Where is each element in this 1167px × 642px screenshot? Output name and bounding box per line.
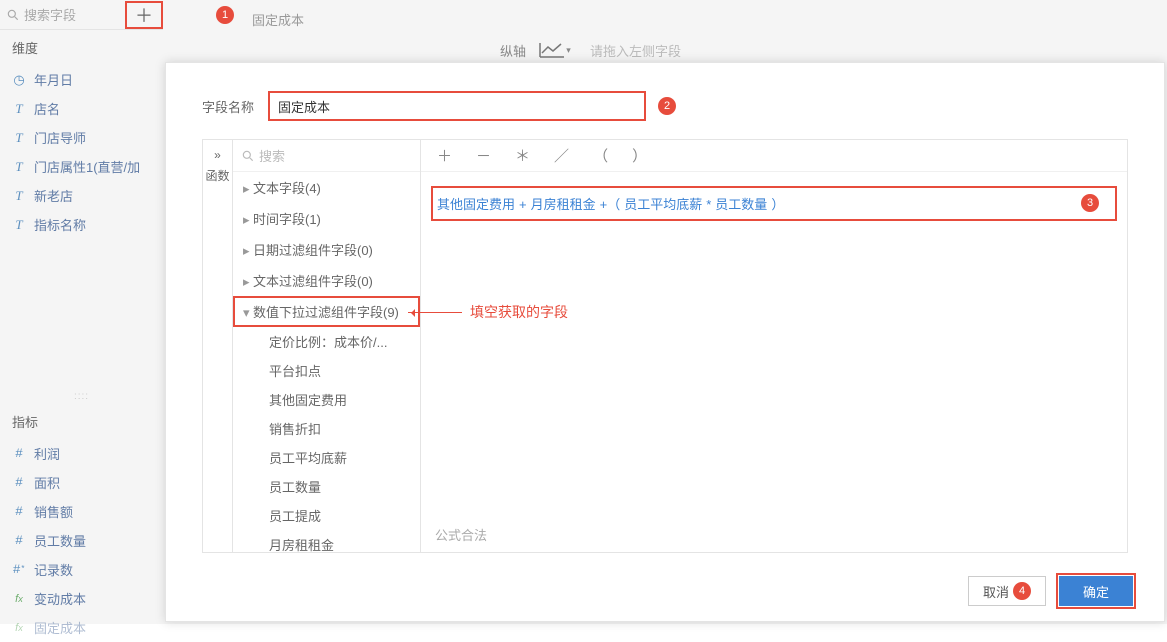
cancel-button[interactable]: 取消 4 (968, 576, 1046, 606)
search-icon (241, 149, 255, 163)
text-icon: T (10, 188, 28, 204)
tree-leaf[interactable]: 员工提成 (233, 501, 420, 530)
function-tab-label: 函数 (203, 168, 232, 185)
metric-item[interactable]: #销售额 (0, 497, 163, 526)
field-name-label: 字段名称 (202, 97, 268, 116)
axis-placeholder: 请拖入左侧字段 (590, 41, 681, 60)
tree-leaf[interactable]: 定价比例：成本价/... (233, 327, 420, 356)
operator-toolbar: ＋ － ＊ ／ （ ） (421, 140, 1127, 172)
metric-item[interactable]: #员工数量 (0, 526, 163, 555)
chevron-down-icon: ▾ (566, 45, 571, 56)
caret-right-icon: ▸ (243, 243, 253, 259)
field-tree: ▸文本字段(4) ▸时间字段(1) ▸日期过滤组件字段(0) ▸文本过滤组件字段… (233, 172, 420, 552)
tree-leaf[interactable]: 员工数量 (233, 472, 420, 501)
axis-row: 纵轴 ▾ 请拖入左侧字段 (500, 38, 681, 62)
metric-item[interactable]: fx固定成本 (0, 613, 163, 642)
text-icon: T (10, 159, 28, 175)
caret-right-icon: ▸ (243, 212, 253, 228)
field-pane: 搜索 ▸文本字段(4) ▸时间字段(1) ▸日期过滤组件字段(0) ▸文本过滤组… (233, 140, 421, 552)
caret-right-icon: ▸ (243, 274, 253, 290)
fx-icon: fx (10, 593, 28, 605)
op-plus[interactable]: ＋ (437, 145, 452, 166)
function-tab[interactable]: » 函数 (203, 140, 233, 552)
dim-item[interactable]: T新老店 (0, 181, 163, 210)
tree-leaf[interactable]: 月房租租金 (233, 530, 420, 552)
dim-item[interactable]: ◷年月日 (0, 65, 163, 94)
chart-title: 固定成本 (252, 10, 304, 29)
annotation-badge-2: 2 (658, 97, 676, 115)
field-search-input[interactable]: 搜索 (233, 140, 420, 172)
annotation-badge-4: 4 (1013, 582, 1031, 600)
dim-item[interactable]: T店名 (0, 94, 163, 123)
dim-item[interactable]: T门店导师 (0, 123, 163, 152)
tree-group[interactable]: ▸文本字段(4) (233, 172, 420, 203)
add-field-button[interactable]: ＋ (125, 1, 163, 29)
formula-editor[interactable]: 其他固定费用+月房租租金+（员工平均底薪*员工数量） (431, 186, 1117, 221)
tree-leaf[interactable]: 平台扣点 (233, 356, 420, 385)
section-header-dimensions: 维度 (0, 30, 163, 65)
tree-leaf[interactable]: 销售折扣 (233, 414, 420, 443)
op-rparen[interactable]: ） (632, 145, 647, 166)
plus-icon: ＋ (135, 2, 153, 28)
tree-group[interactable]: ▸日期过滤组件字段(0) (233, 234, 420, 265)
section-header-metrics: 指标 (0, 404, 163, 439)
modal-footer: 取消 4 确定 (968, 573, 1136, 609)
chevron-right-icon: » (203, 148, 232, 162)
sidebar: 搜索字段 ＋ 1 维度 ◷年月日 T店名 T门店导师 T门店属性1(直营/加 T… (0, 0, 163, 624)
metric-item[interactable]: #利润 (0, 439, 163, 468)
field-name-input[interactable] (268, 91, 646, 121)
dim-item[interactable]: T门店属性1(直营/加 (0, 152, 163, 181)
text-icon: T (10, 101, 28, 117)
number-icon: # (10, 533, 28, 548)
text-icon: T (10, 217, 28, 233)
number-icon: # (10, 446, 28, 461)
canvas-area: 固定成本 纵轴 ▾ 请拖入左侧字段 (220, 0, 1160, 60)
op-minus[interactable]: － (476, 145, 491, 166)
ok-button[interactable]: 确定 (1059, 576, 1133, 606)
axis-label: 纵轴 (500, 41, 526, 60)
tree-group-selected[interactable]: ▾数值下拉过滤组件字段(9) (233, 296, 420, 327)
annotation-badge-3: 3 (1081, 194, 1099, 212)
formula-modal: 字段名称 2 » 函数 搜索 ▸文本字段(4) ▸时间字段(1) ▸日期过滤组件… (165, 62, 1165, 622)
annotation-arrow: 填空获取的字段 (408, 302, 568, 322)
clock-icon: ◷ (10, 72, 28, 88)
search-input[interactable]: 搜索字段 (0, 5, 125, 24)
formula-pane: ＋ － ＊ ／ （ ） 其他固定费用+月房租租金+（员工平均底薪*员工数量） 3… (421, 140, 1127, 552)
dim-item[interactable]: T指标名称 (0, 210, 163, 239)
tree-group[interactable]: ▸时间字段(1) (233, 203, 420, 234)
resize-handle[interactable]: :::: (0, 389, 163, 404)
tree-leaf[interactable]: 其他固定费用 (233, 385, 420, 414)
search-icon (6, 8, 20, 22)
caret-down-icon: ▾ (243, 305, 253, 321)
fx-icon: fx (10, 622, 28, 634)
search-placeholder: 搜索字段 (24, 5, 76, 24)
tree-group[interactable]: ▸文本过滤组件字段(0) (233, 265, 420, 296)
line-chart-icon[interactable]: ▾ (538, 38, 572, 62)
text-icon: T (10, 130, 28, 146)
op-lparen[interactable]: （ (593, 145, 608, 166)
metric-item[interactable]: #面积 (0, 468, 163, 497)
metric-item[interactable]: fx变动成本 (0, 584, 163, 613)
formula-status: 公式合法 (435, 525, 487, 544)
modal-body: » 函数 搜索 ▸文本字段(4) ▸时间字段(1) ▸日期过滤组件字段(0) ▸… (202, 139, 1128, 553)
op-multiply[interactable]: ＊ (515, 145, 530, 166)
number-icon: # (10, 475, 28, 490)
number-star-icon: #* (10, 562, 28, 577)
number-icon: # (10, 504, 28, 519)
sidebar-search-bar: 搜索字段 ＋ (0, 0, 163, 30)
metric-item[interactable]: #*记录数 (0, 555, 163, 584)
caret-right-icon: ▸ (243, 181, 253, 197)
op-divide[interactable]: ／ (554, 145, 569, 166)
tree-leaf[interactable]: 员工平均底薪 (233, 443, 420, 472)
annotation-text: 填空获取的字段 (470, 302, 568, 322)
